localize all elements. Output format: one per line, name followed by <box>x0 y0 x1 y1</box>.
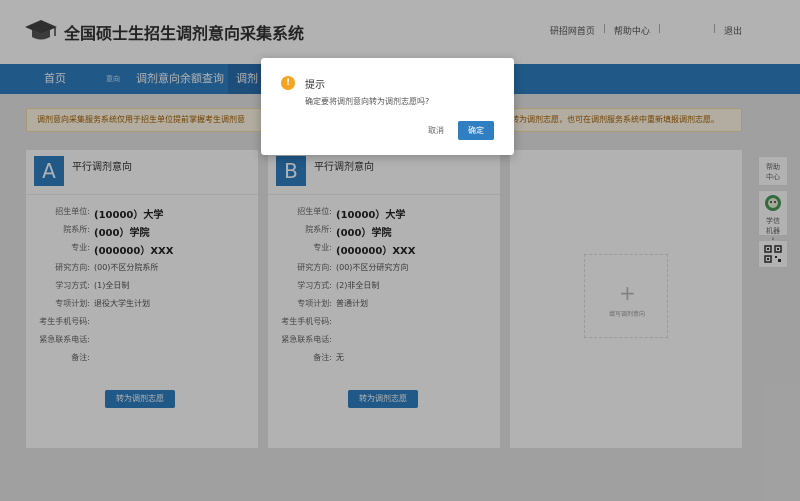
confirm-dialog: ! 提示 确定要将调剂意向转为调剂志愿吗? 取消 确定 <box>261 58 514 155</box>
dialog-title: 提示 <box>305 80 325 91</box>
dialog-message: 确定要将调剂意向转为调剂志愿吗? <box>305 97 430 106</box>
warning-icon: ! <box>281 76 295 90</box>
cancel-button[interactable]: 取消 <box>421 121 451 140</box>
confirm-button[interactable]: 确定 <box>458 121 494 140</box>
